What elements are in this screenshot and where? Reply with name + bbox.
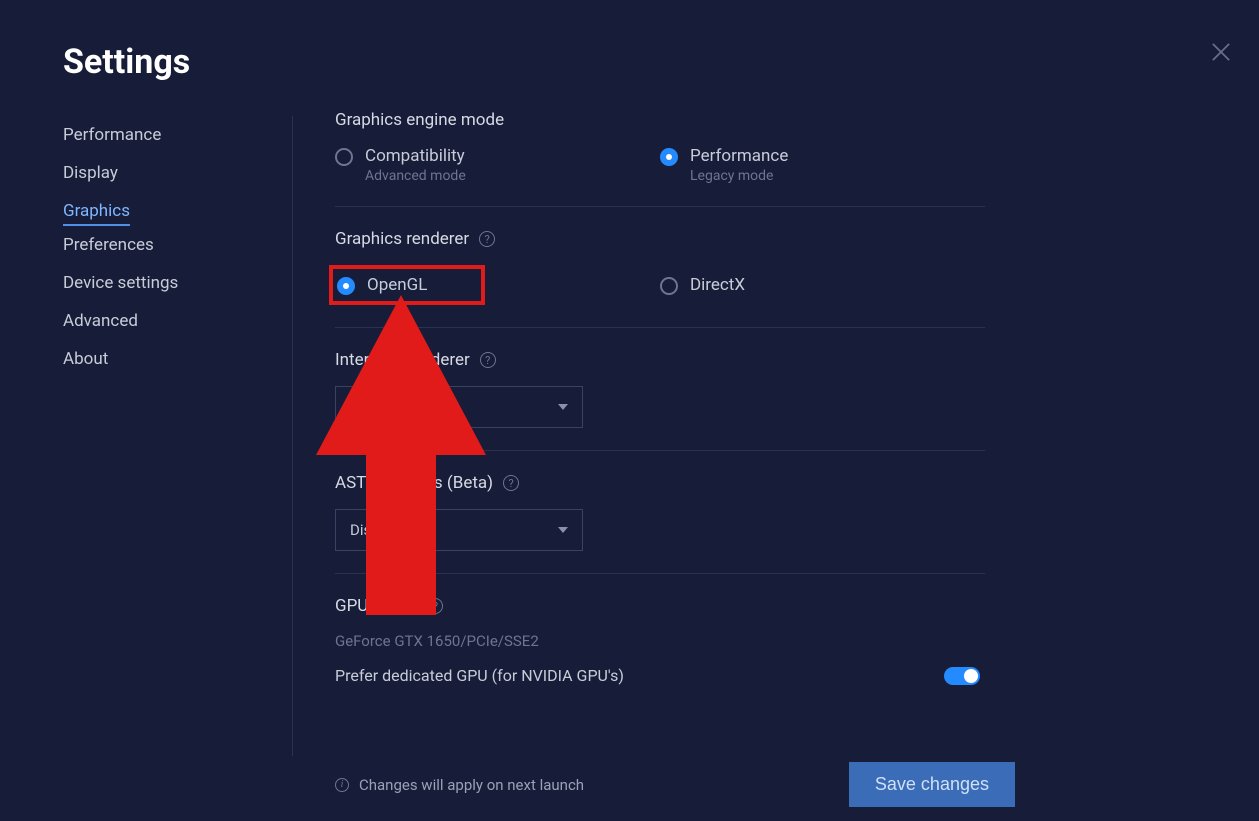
radio-icon xyxy=(660,277,678,295)
section-title-label: Graphics engine mode xyxy=(335,110,504,130)
radio-compatibility[interactable]: Compatibility Advanced mode xyxy=(335,146,660,184)
radio-label: Performance xyxy=(690,146,788,166)
section-graphics-renderer: Graphics renderer ? OpenGL DirectX xyxy=(335,229,985,328)
save-changes-button[interactable]: Save changes xyxy=(849,762,1015,807)
close-icon xyxy=(1207,38,1235,66)
footer-notice: i Changes will apply on next launch xyxy=(335,776,584,794)
footer: i Changes will apply on next launch Save… xyxy=(335,762,1015,807)
chevron-down-icon xyxy=(558,404,568,410)
radio-label: DirectX xyxy=(690,275,745,295)
help-icon[interactable]: ? xyxy=(503,475,519,491)
sidebar-item-advanced[interactable]: Advanced xyxy=(63,302,138,340)
sidebar-item-performance[interactable]: Performance xyxy=(63,116,161,154)
help-icon[interactable]: ? xyxy=(427,598,443,614)
section-graphics-engine-mode: Graphics engine mode Compatibility Advan… xyxy=(335,110,985,207)
radio-icon xyxy=(660,148,678,166)
section-title-gpu: GPU in use ? xyxy=(335,596,985,616)
radio-icon xyxy=(337,277,355,295)
footer-notice-label: Changes will apply on next launch xyxy=(359,776,584,794)
interface-renderer-dropdown[interactable]: Auto xyxy=(335,386,583,428)
main-panel: Graphics engine mode Compatibility Advan… xyxy=(335,110,985,707)
page-title: Settings xyxy=(63,42,190,82)
sidebar-item-display[interactable]: Display xyxy=(63,154,118,192)
annotation-highlight-box: OpenGL xyxy=(329,265,485,305)
radio-icon xyxy=(335,148,353,166)
sidebar-item-preferences[interactable]: Preferences xyxy=(63,226,154,264)
section-gpu-in-use: GPU in use ? GeForce GTX 1650/PCIe/SSE2 … xyxy=(335,596,985,707)
radio-opengl[interactable]: OpenGL xyxy=(335,265,660,305)
section-title-interface: Interface renderer ? xyxy=(335,350,985,370)
radio-sublabel: Legacy mode xyxy=(690,168,788,184)
dropdown-value: Disabled xyxy=(350,521,408,539)
close-button[interactable] xyxy=(1207,38,1235,66)
info-icon: i xyxy=(335,778,349,792)
help-icon[interactable]: ? xyxy=(479,231,495,247)
sidebar-item-graphics[interactable]: Graphics xyxy=(63,192,130,226)
sidebar: Performance Display Graphics Preferences… xyxy=(63,116,293,756)
section-title-label: GPU in use xyxy=(335,596,417,616)
radio-label: Compatibility xyxy=(365,146,466,166)
sidebar-item-about[interactable]: About xyxy=(63,340,108,378)
sidebar-item-device-settings[interactable]: Device settings xyxy=(63,264,178,302)
section-interface-renderer: Interface renderer ? Auto xyxy=(335,350,985,451)
radio-sublabel: Advanced mode xyxy=(365,168,466,184)
prefer-dedicated-gpu-toggle[interactable] xyxy=(944,667,980,685)
dropdown-value: Auto xyxy=(350,398,381,416)
chevron-down-icon xyxy=(558,527,568,533)
radio-label: OpenGL xyxy=(367,275,427,295)
help-icon[interactable]: ? xyxy=(480,352,496,368)
section-title-label: Interface renderer xyxy=(335,350,470,370)
section-astc-textures: ASTC textures (Beta) ? Disabled xyxy=(335,473,985,574)
section-title-engine-mode: Graphics engine mode xyxy=(335,110,985,130)
section-title-label: Graphics renderer xyxy=(335,229,469,249)
radio-directx[interactable]: DirectX xyxy=(660,265,985,305)
section-title-renderer: Graphics renderer ? xyxy=(335,229,985,249)
section-title-label: ASTC textures (Beta) xyxy=(335,473,493,493)
radio-performance[interactable]: Performance Legacy mode xyxy=(660,146,985,184)
astc-textures-dropdown[interactable]: Disabled xyxy=(335,509,583,551)
section-title-astc: ASTC textures (Beta) ? xyxy=(335,473,985,493)
gpu-name-label: GeForce GTX 1650/PCIe/SSE2 xyxy=(335,632,985,650)
gpu-pref-label: Prefer dedicated GPU (for NVIDIA GPU's) xyxy=(335,666,624,685)
